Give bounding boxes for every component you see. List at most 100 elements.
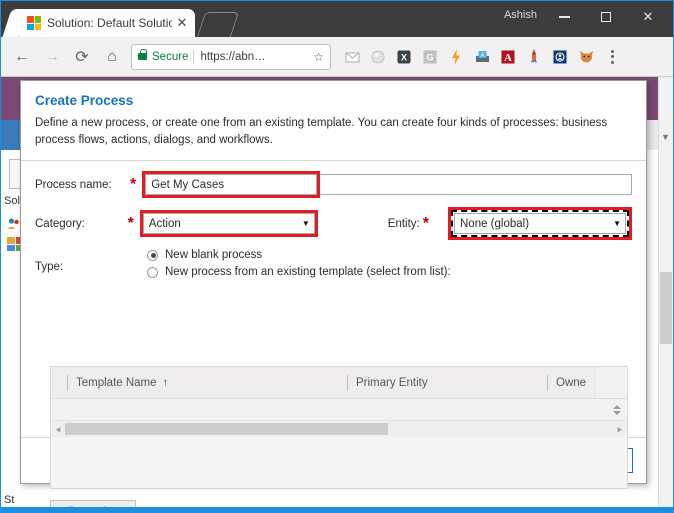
browser-tab[interactable]: Solution: Default Solution ✕ (19, 9, 195, 37)
hscroll-track[interactable] (65, 423, 613, 436)
entity-label: Entity: (387, 217, 420, 230)
entity-select[interactable]: None (global) ▼ (454, 213, 626, 235)
reload-icon[interactable]: ⟳ (67, 42, 97, 72)
browser-titlebar: Solution: Default Solution ✕ Ashish ✕ (1, 1, 673, 37)
process-name-input[interactable]: Get My Cases (145, 174, 318, 196)
lightning-extension-icon[interactable] (443, 44, 469, 70)
people-icon (7, 217, 21, 231)
vertical-scroll-spinner[interactable] (610, 401, 623, 418)
radio-new-blank-process[interactable]: New blank process (147, 249, 451, 261)
category-select[interactable]: Action ▼ (142, 213, 315, 235)
microsoft-logo-icon (27, 16, 41, 30)
grid-column-template-name[interactable]: Template Name ↑ (51, 367, 347, 398)
category-label: Category: (35, 217, 85, 230)
column-divider (67, 374, 68, 391)
grid-header-filler (595, 367, 627, 399)
close-icon[interactable]: ✕ (175, 15, 189, 31)
fox-extension-icon[interactable] (573, 44, 599, 70)
radio-new-from-template[interactable]: New process from an existing template (s… (147, 266, 451, 278)
sort-ascending-icon: ↑ (162, 376, 169, 389)
scroll-left-icon[interactable]: ◄ (51, 425, 65, 434)
close-window-button[interactable]: ✕ (627, 3, 669, 31)
chevron-down-icon: ▼ (613, 219, 621, 229)
page-viewport: Sol St ▼ Create Process Define a new pro… (1, 77, 673, 512)
browser-window: Solution: Default Solution ✕ Ashish ✕ ← … (0, 0, 674, 513)
radio-label: New blank process (165, 249, 263, 262)
page-scrollbar[interactable]: ▼ (658, 77, 673, 512)
status-bar-text: St (4, 494, 15, 506)
radio-icon (147, 249, 158, 261)
category-entity-row: Category: * Action ▼ Entity: * None (glo… (21, 207, 646, 241)
bookmark-star-icon[interactable]: ☆ (313, 50, 324, 64)
column-label: Template Name (76, 376, 157, 389)
grid-column-owner[interactable]: Owne (547, 367, 586, 398)
grid-empty-body (51, 437, 627, 489)
extension-toolbar: X G A A (339, 44, 623, 70)
chevron-down-icon: ▼ (301, 219, 310, 229)
page-scrollbar-thumb[interactable] (660, 272, 672, 344)
new-tab-button[interactable] (196, 12, 240, 37)
column-label: Primary Entity (356, 376, 428, 389)
user-badge-extension-icon[interactable] (547, 44, 573, 70)
back-icon[interactable]: ← (7, 42, 37, 72)
grid-column-primary-entity[interactable]: Primary Entity (347, 367, 547, 398)
svg-text:A: A (504, 52, 512, 64)
rocket-extension-icon[interactable] (521, 44, 547, 70)
entity-focus-ring: None (global) ▼ (451, 210, 629, 238)
secure-label: Secure (152, 50, 189, 63)
window-user-label: Ashish (503, 9, 537, 21)
process-name-highlight: Get My Cases (142, 171, 321, 199)
template-grid: Template Name ↑ Primary Entity Owne ◄ ► (50, 366, 628, 490)
radio-icon (147, 266, 158, 278)
minimize-button[interactable] (543, 3, 585, 31)
g-extension-icon[interactable]: G (417, 44, 443, 70)
svg-text:A: A (480, 53, 484, 59)
process-name-row: Process name: * Get My Cases (21, 171, 646, 199)
screenshot-root: Solution: Default Solution ✕ Ashish ✕ ← … (0, 0, 674, 513)
mail-extension-icon[interactable] (339, 44, 365, 70)
kebab-menu-icon[interactable] (601, 44, 623, 70)
radio-label: New process from an existing template (s… (165, 266, 451, 279)
type-label: Type: (35, 261, 64, 274)
type-row: Type: New blank process New process from… (21, 249, 646, 278)
svg-text:X: X (401, 52, 407, 62)
category-required: * (127, 214, 134, 232)
grid-horizontal-scrollbar[interactable]: ◄ ► (51, 421, 627, 438)
tab-title: Solution: Default Solution (47, 16, 172, 30)
window-controls: ✕ (543, 3, 669, 31)
url-text: https://abn… (200, 50, 266, 63)
category-highlight: Action ▼ (139, 210, 318, 238)
entity-value: None (global) (460, 217, 530, 230)
dialog-header: Create Process Define a new process, or … (21, 81, 646, 158)
maximize-button[interactable] (585, 3, 627, 31)
lock-icon (138, 49, 147, 60)
column-label: Owne (556, 376, 587, 389)
scroll-down-icon[interactable]: ▼ (660, 132, 671, 143)
omnibox-divider (193, 49, 195, 64)
forward-icon[interactable]: → (37, 42, 67, 72)
browser-toolbar: ← → ⟳ ⌂ Secure https://abn… ☆ X G A A (1, 37, 673, 77)
crm-nav-label: Sol (4, 195, 20, 207)
hscroll-thumb[interactable] (65, 423, 389, 436)
scroll-right-icon[interactable]: ► (613, 425, 627, 434)
dialog-description: Define a new process, or create one from… (35, 117, 608, 146)
entity-required: * (422, 214, 429, 232)
type-radio-group: New blank process New process from an ex… (147, 249, 451, 278)
process-name-label: Process name: (35, 178, 112, 191)
window-bottom-accent (1, 507, 673, 512)
category-value: Action (148, 217, 181, 230)
process-name-required: * (130, 175, 137, 193)
entity-highlight: None (global) ▼ (448, 207, 632, 241)
x-extension-icon[interactable]: X (391, 44, 417, 70)
svg-text:G: G (426, 52, 433, 62)
dialog-title: Create Process (35, 93, 134, 108)
a-extension-icon[interactable]: A (495, 44, 521, 70)
address-bar[interactable]: Secure https://abn… ☆ (131, 43, 331, 70)
home-icon[interactable]: ⌂ (97, 42, 127, 72)
column-divider (547, 374, 548, 391)
process-name-input-extension[interactable] (320, 174, 632, 196)
create-process-dialog: Create Process Define a new process, or … (20, 80, 647, 512)
circle-extension-icon[interactable] (365, 44, 391, 70)
printer-extension-icon[interactable]: A (469, 44, 495, 70)
grid-vertical-scroll-row[interactable] (51, 399, 627, 422)
